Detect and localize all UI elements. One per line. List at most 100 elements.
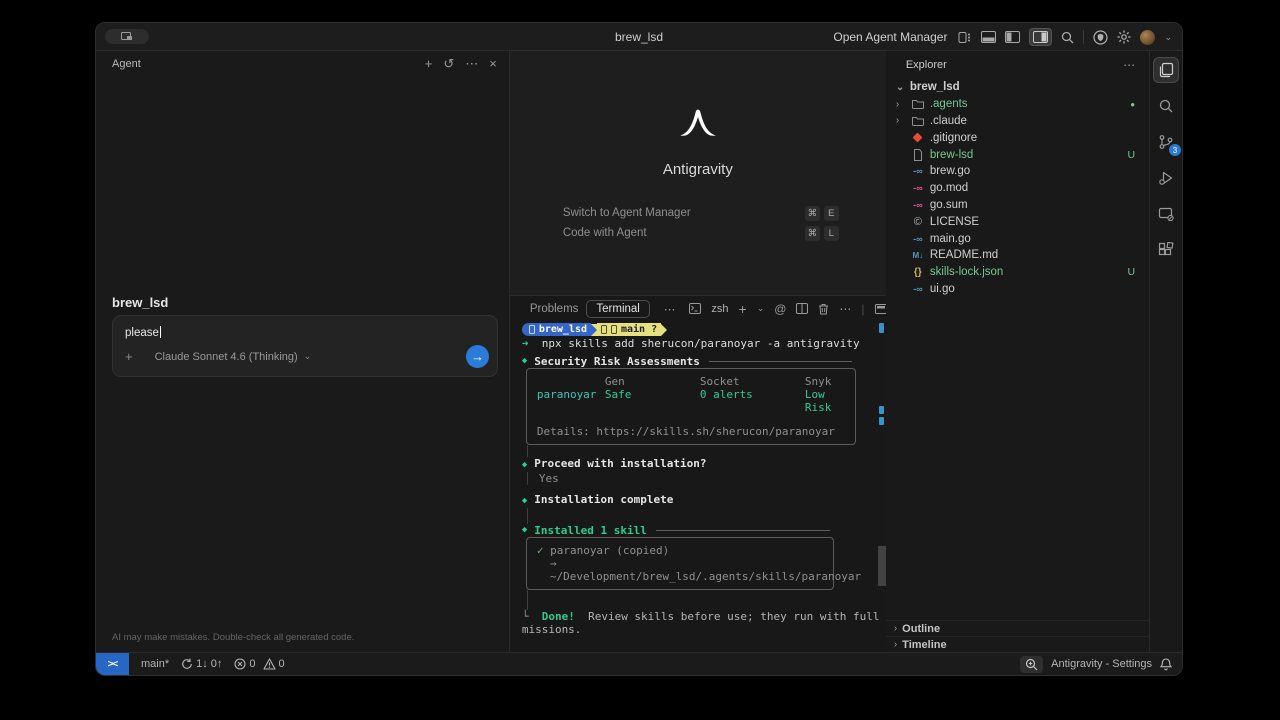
tree-root[interactable]: ⌄ brew_lsd: [886, 79, 1149, 96]
activity-explorer-icon[interactable]: [1153, 57, 1180, 83]
file-row[interactable]: › .claude: [886, 113, 1149, 130]
modified-dot-badge: ●: [1130, 99, 1136, 109]
app-window: brew_lsd Open Agent Manager ⌄ Agent + ↺ …: [95, 22, 1183, 676]
split-terminal-icon[interactable]: [796, 303, 809, 315]
go-file-icon: -∞: [913, 283, 923, 294]
outline-section[interactable]: › Outline: [885, 620, 1150, 636]
folder-glyph-icon: [528, 325, 535, 335]
terminal-toolbar-separator: |: [861, 301, 865, 316]
go-mod-icon: -∞: [913, 199, 923, 210]
chevron-right-icon: ›: [893, 623, 898, 634]
activity-run-debug-icon[interactable]: [1153, 165, 1179, 191]
license-icon: ©: [913, 215, 922, 228]
toggle-right-sidebar-icon[interactable]: [1029, 28, 1053, 46]
window-controls-button[interactable]: [105, 29, 149, 44]
shortcut-row[interactable]: Code with Agent ⌘ L: [563, 223, 839, 243]
remote-indicator[interactable]: ><: [96, 653, 129, 675]
toggle-panel-icon[interactable]: [981, 31, 997, 43]
maximize-panel-icon[interactable]: [874, 303, 887, 314]
welcome-screen: Antigravity Switch to Agent Manager ⌘ E …: [509, 51, 886, 296]
zoom-button[interactable]: [1020, 655, 1044, 673]
problems-indicator[interactable]: 0 0: [234, 658, 285, 670]
account-chevron-down-icon[interactable]: ⌄: [1164, 32, 1172, 43]
toggle-left-sidebar-icon[interactable]: [1005, 31, 1021, 43]
open-agent-manager-label[interactable]: Open Agent Manager: [833, 30, 947, 44]
file-row[interactable]: -∞ go.mod: [886, 180, 1149, 197]
proceed-section: ◆ Proceed with installation?: [521, 457, 707, 471]
tab-terminal[interactable]: Terminal: [586, 299, 650, 318]
activity-search-icon[interactable]: [1153, 93, 1179, 119]
kill-terminal-trash-icon[interactable]: [818, 303, 829, 315]
settings-status-label[interactable]: Antigravity - Settings: [1051, 658, 1152, 670]
agent-panel: Agent + ↺ ⋯ × brew_lsd please + Claude S…: [96, 51, 510, 652]
warning-count: 0: [278, 658, 285, 670]
status-bar: >< main* 1↓ 0↑ 0 0 Antigravity - Setting…: [96, 652, 1182, 675]
file-row[interactable]: -∞ go.sum: [886, 197, 1149, 214]
close-agent-panel-icon[interactable]: ×: [489, 56, 497, 72]
chevron-expanded-icon: ⌄: [895, 81, 905, 93]
file-row[interactable]: © LICENSE: [886, 213, 1149, 230]
agent-more-actions-icon[interactable]: ⋯: [465, 56, 478, 72]
terminal-prompt: brew_lsd main ?: [521, 323, 870, 337]
untracked-badge: U: [1127, 266, 1136, 279]
panel-more-tabs-icon[interactable]: ⋯: [664, 302, 676, 316]
agent-input-card[interactable]: please + Claude Sonnet 4.6 (Thinking) ⌄ …: [112, 315, 498, 377]
activity-source-control-icon[interactable]: 3: [1153, 129, 1182, 156]
complete-section: ◆ Installation complete: [521, 493, 674, 507]
error-count: 0: [249, 658, 256, 670]
activity-remote-explorer-icon[interactable]: [1153, 201, 1179, 227]
source-control-badge: 3: [1169, 144, 1182, 156]
tab-problems[interactable]: Problems: [530, 303, 579, 315]
file-row[interactable]: M↓ README.md: [886, 247, 1149, 264]
terminal-scrollbar[interactable]: [877, 546, 886, 587]
gitignore-icon: [910, 132, 926, 143]
terminal-at-icon[interactable]: @: [774, 302, 786, 316]
keycap-cmd: ⌘: [804, 225, 820, 241]
privacy-shield-icon[interactable]: [1093, 29, 1109, 45]
titlebar-separator: [1083, 30, 1085, 44]
model-chevron-down-icon[interactable]: ⌄: [304, 351, 312, 362]
terminal-dropdown-chevron-icon[interactable]: ⌄: [757, 303, 765, 314]
file-row[interactable]: › .agents ●: [886, 96, 1149, 113]
branch-indicator[interactable]: main*: [141, 658, 169, 670]
folder-icon: [910, 99, 926, 110]
terminal-content[interactable]: brew_lsd main ? ➜ npx skills add sheruco…: [521, 323, 946, 675]
new-terminal-button[interactable]: +: [739, 301, 747, 317]
untracked-badge: U: [1127, 148, 1136, 161]
explorer-title: Explorer: [905, 59, 947, 71]
sync-indicator[interactable]: 1↓ 0↑: [181, 658, 222, 670]
notifications-bell-icon[interactable]: [1160, 657, 1172, 671]
file-row[interactable]: .gitignore: [886, 129, 1149, 146]
file-row[interactable]: -∞ brew.go: [886, 163, 1149, 180]
shortcut-row[interactable]: Switch to Agent Manager ⌘ E: [563, 203, 839, 223]
keycap-cmd: ⌘: [804, 205, 820, 221]
explorer-more-actions-icon[interactable]: ⋯: [1123, 58, 1135, 72]
risk-details-link: Details: https://skills.sh/sherucon/para…: [536, 425, 835, 439]
title-bar: brew_lsd Open Agent Manager ⌄: [96, 23, 1182, 51]
file-row[interactable]: {} skills-lock.json U: [886, 264, 1149, 281]
shell-terminal-icon: [689, 303, 702, 315]
user-avatar[interactable]: [1140, 29, 1156, 45]
settings-gear-icon[interactable]: [1117, 30, 1131, 44]
new-agent-button[interactable]: +: [425, 56, 433, 72]
shell-label[interactable]: zsh: [711, 303, 728, 315]
file-row[interactable]: -∞ ui.go: [886, 281, 1149, 298]
model-selector[interactable]: Claude Sonnet 4.6 (Thinking): [155, 351, 298, 363]
agent-history-icon[interactable]: ↺: [443, 56, 454, 72]
shortcut-label: Code with Agent: [562, 227, 647, 239]
terminal-panel: Problems Terminal ⋯ zsh + ⌄ @ ⋯ | brew_l…: [509, 295, 946, 675]
agent-input[interactable]: please: [125, 327, 159, 339]
terminal-command-line: ➜ npx skills add sherucon/paranoyar -a a…: [521, 337, 860, 351]
search-icon[interactable]: [1061, 31, 1074, 44]
file-row[interactable]: -∞ main.go: [886, 230, 1149, 247]
file-row[interactable]: brew-lsd U: [886, 146, 1149, 163]
chevron-right-icon: ›: [895, 98, 900, 110]
terminal-more-actions-icon[interactable]: ⋯: [839, 302, 851, 316]
go-file-icon: -∞: [913, 233, 923, 244]
attach-plus-icon[interactable]: +: [125, 349, 133, 364]
timeline-section[interactable]: › Timeline: [885, 636, 1150, 652]
scroll-decoration: [878, 323, 884, 334]
send-button[interactable]: →: [466, 345, 489, 368]
customize-layout-icon[interactable]: [958, 31, 972, 44]
activity-extensions-icon[interactable]: [1153, 237, 1179, 263]
